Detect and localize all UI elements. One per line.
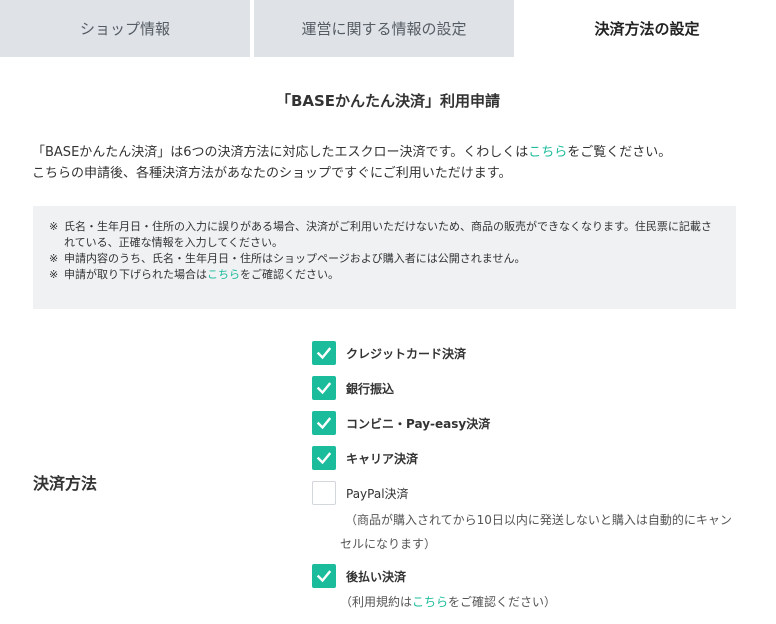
note-mark: ※ bbox=[49, 220, 59, 233]
option-atobarai: 後払い決済 bbox=[312, 564, 406, 588]
tab-label: ショップ情報 bbox=[79, 20, 170, 38]
page-title: 「BASEかんたん決済」利用申請 bbox=[275, 92, 501, 110]
tab-shop-info[interactable]: ショップ情報 bbox=[0, 0, 250, 57]
terms-link[interactable]: こちら bbox=[412, 595, 448, 609]
tab-label: 運営に関する情報の設定 bbox=[301, 20, 467, 38]
withdrawal-info-link[interactable]: こちら bbox=[207, 268, 240, 281]
checkmark-icon bbox=[316, 452, 332, 465]
details-link[interactable]: こちら bbox=[528, 145, 567, 160]
option-label: 銀行振込 bbox=[346, 381, 395, 396]
intro-line-1: 「BASEかんたん決済」は6つの決済方法に対応したエスクロー決済です。くわしくは… bbox=[32, 145, 672, 160]
notice-item: ※ 申請が取り下げられた場合はこちらをご確認ください。 bbox=[49, 268, 339, 281]
bank-transfer-checkbox[interactable] bbox=[312, 376, 336, 400]
option-paypal: PayPal決済 bbox=[312, 481, 409, 505]
intro-text: 「BASEかんたん決済」は6つの決済方法に対応したエスクロー決済です。くわしくは… bbox=[32, 142, 744, 184]
atobarai-note: （利用規約はこちらをご確認ください） bbox=[340, 595, 557, 609]
option-label: PayPal決済 bbox=[346, 486, 409, 501]
option-label: 後払い決済 bbox=[346, 569, 407, 584]
intro-line-2: こちらの申請後、各種決済方法があなたのショップですぐにご利用いただけます。 bbox=[32, 166, 512, 181]
tab-bar: ショップ情報 運営に関する情報の設定 決済方法の設定 bbox=[0, 0, 776, 57]
convenience-store-checkbox[interactable] bbox=[312, 411, 336, 435]
notice-box: ※ 氏名・生年月日・住所の入力に誤りがある場合、決済がご利用いただけないため、商品… bbox=[33, 206, 736, 309]
paypal-note-line-2: セルになります） bbox=[340, 537, 437, 551]
credit-card-checkbox[interactable] bbox=[312, 341, 336, 365]
tab-label: 決済方法の設定 bbox=[594, 20, 700, 38]
tab-operation-settings[interactable]: 運営に関する情報の設定 bbox=[254, 0, 514, 57]
atobarai-checkbox[interactable] bbox=[312, 564, 336, 588]
option-bank-transfer: 銀行振込 bbox=[312, 376, 394, 400]
option-label: キャリア決済 bbox=[346, 451, 419, 466]
notice-item: ※ 申請内容のうち、氏名・生年月日・住所はショップページおよび購入者には公開されま… bbox=[49, 252, 526, 265]
option-carrier: キャリア決済 bbox=[312, 446, 418, 470]
option-label: コンビニ・Pay-easy決済 bbox=[346, 416, 491, 431]
option-convenience-store: コンビニ・Pay-easy決済 bbox=[312, 411, 490, 435]
checkmark-icon bbox=[316, 382, 332, 395]
note-mark: ※ bbox=[49, 268, 59, 281]
notice-item: ※ 氏名・生年月日・住所の入力に誤りがある場合、決済がご利用いただけないため、商品… bbox=[49, 220, 712, 249]
payment-method-label: 決済方法 bbox=[33, 474, 98, 493]
option-label: クレジットカード決済 bbox=[346, 346, 467, 361]
checkmark-icon bbox=[316, 570, 332, 583]
option-credit-card: クレジットカード決済 bbox=[312, 341, 466, 365]
checkmark-icon bbox=[316, 347, 332, 360]
checkmark-icon bbox=[316, 417, 332, 430]
paypal-checkbox[interactable] bbox=[312, 481, 336, 505]
note-mark: ※ bbox=[49, 252, 59, 265]
tab-payment-settings[interactable]: 決済方法の設定 bbox=[518, 0, 776, 57]
carrier-checkbox[interactable] bbox=[312, 446, 336, 470]
paypal-note-line-1: （商品が購入されてから10日以内に発送しないと購入は自動的にキャン bbox=[345, 513, 732, 527]
